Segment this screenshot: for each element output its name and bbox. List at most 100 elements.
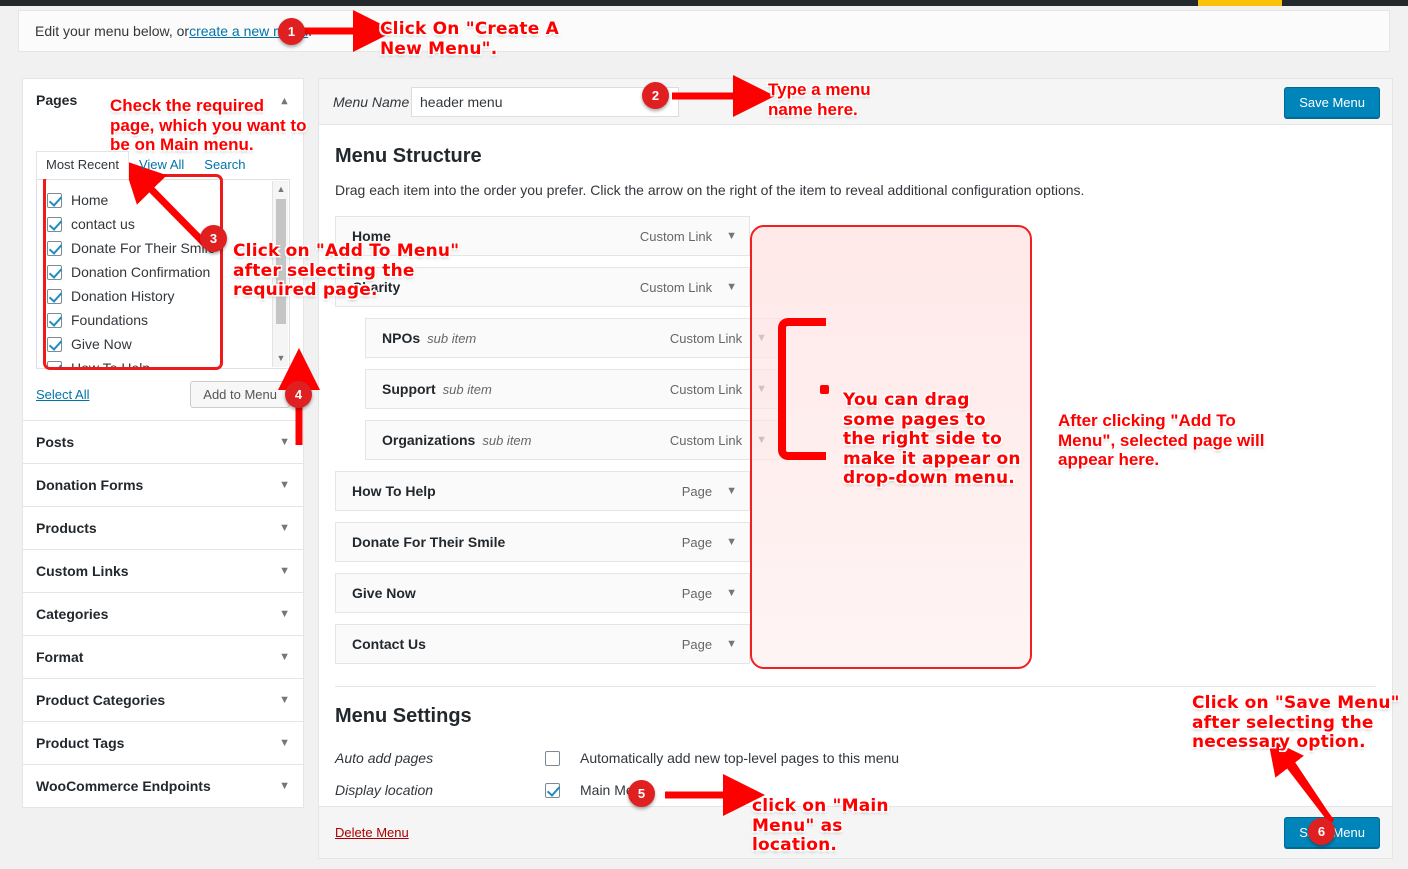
- chevron-down-icon[interactable]: ▼: [726, 638, 737, 650]
- scrollbar-thumb[interactable]: [276, 199, 286, 324]
- menu-name-label: Menu Name: [333, 93, 410, 110]
- chevron-down-icon[interactable]: ▼: [726, 485, 737, 497]
- accordion-posts[interactable]: Posts ▼: [22, 421, 304, 464]
- notice-text-before: Edit your menu below, or: [35, 23, 190, 39]
- accordion-categories[interactable]: Categories ▼: [22, 593, 304, 636]
- checkbox-donate-for-their-smile[interactable]: [47, 240, 62, 256]
- menu-item-title: Give Now: [352, 585, 416, 601]
- chevron-down-icon[interactable]: ▼: [279, 436, 290, 448]
- chevron-down-icon[interactable]: ▼: [279, 780, 290, 792]
- chevron-down-icon[interactable]: ▼: [279, 651, 290, 663]
- chevron-down-icon[interactable]: ▼: [726, 281, 737, 293]
- menu-name-bar: Menu Name Save Menu: [318, 78, 1393, 125]
- add-to-menu-button[interactable]: Add to Menu: [190, 381, 290, 408]
- pages-panel-header[interactable]: Pages ▼: [23, 79, 303, 121]
- menu-item-charity[interactable]: Charity Custom Link ▼: [335, 267, 750, 307]
- checkbox-give-now[interactable]: [47, 336, 62, 352]
- checkbox-donation-confirmation[interactable]: [47, 264, 62, 280]
- menu-structure-title: Menu Structure: [335, 145, 482, 167]
- list-item[interactable]: Donation Confirmation: [37, 260, 289, 284]
- menu-item-type: Page: [681, 636, 713, 652]
- select-all-link[interactable]: Select All: [36, 387, 89, 402]
- accordion-label: WooCommerce Endpoints: [36, 778, 211, 794]
- accordion-product-categories[interactable]: Product Categories ▼: [22, 679, 304, 722]
- menu-item-title: Support: [382, 381, 436, 397]
- menu-name-input[interactable]: [411, 86, 679, 117]
- menu-item-type: Custom Link: [639, 279, 713, 295]
- chevron-down-icon[interactable]: ▼: [279, 694, 290, 706]
- menu-editor-footer: Delete Menu Save Menu: [318, 807, 1393, 859]
- menu-item-type: Custom Link: [639, 228, 713, 244]
- checkbox-donation-history[interactable]: [47, 288, 62, 304]
- list-item[interactable]: contact us: [37, 212, 289, 236]
- menu-item-give-now[interactable]: Give Now Page ▼: [335, 573, 750, 613]
- admin-top-bar-accent: [1198, 0, 1282, 6]
- chevron-down-icon[interactable]: ▼: [279, 522, 290, 534]
- checkbox-auto-add-pages[interactable]: [545, 750, 560, 766]
- delete-menu-link[interactable]: Delete Menu: [335, 825, 409, 840]
- chevron-down-icon[interactable]: ▼: [756, 383, 767, 395]
- accordion-custom-links[interactable]: Custom Links ▼: [22, 550, 304, 593]
- save-menu-button-top[interactable]: Save Menu: [1284, 87, 1380, 118]
- chevron-down-icon[interactable]: ▼: [279, 479, 290, 491]
- menu-item-type: Custom Link: [669, 381, 743, 397]
- menu-item-support[interactable]: Support sub item Custom Link ▼: [365, 369, 780, 409]
- tab-view-all[interactable]: View All: [129, 151, 194, 179]
- chevron-down-icon[interactable]: ▼: [726, 587, 737, 599]
- checkbox-main-menu-location[interactable]: [545, 782, 560, 798]
- accordion-label: Format: [36, 649, 84, 665]
- accordion-donation-forms[interactable]: Donation Forms ▼: [22, 464, 304, 507]
- pages-checkbox-list[interactable]: Home contact us Donate For Their Smile D…: [36, 179, 290, 369]
- chevron-down-icon[interactable]: ▼: [756, 332, 767, 344]
- accordion-products[interactable]: Products ▼: [22, 507, 304, 550]
- accordion-label: Donation Forms: [36, 477, 144, 493]
- notice-text-after: .: [308, 23, 313, 39]
- accordion-label: Categories: [36, 606, 109, 622]
- menu-item-home[interactable]: Home Custom Link ▼: [335, 216, 750, 256]
- menu-settings-title: Menu Settings: [335, 705, 472, 727]
- menu-item-how-to-help[interactable]: How To Help Page ▼: [335, 471, 750, 511]
- menu-items-list: Home Custom Link ▼ Charity Custom Link ▼…: [335, 216, 1376, 664]
- tab-search[interactable]: Search: [194, 151, 255, 179]
- chevron-down-icon[interactable]: ▼: [756, 434, 767, 446]
- checkbox-foundations[interactable]: [47, 312, 62, 328]
- menu-item-title: Charity: [352, 279, 401, 295]
- save-menu-button-bottom[interactable]: Save Menu: [1284, 817, 1380, 848]
- display-location-label: Display location: [335, 782, 434, 798]
- menu-item-title: NPOs: [382, 330, 421, 346]
- scroll-up-icon[interactable]: ▲: [273, 182, 289, 197]
- menu-item-organizations[interactable]: Organizations sub item Custom Link ▼: [365, 420, 780, 460]
- create-new-menu-link[interactable]: create a new menu: [189, 23, 308, 39]
- chevron-down-icon[interactable]: ▼: [726, 536, 737, 548]
- menu-item-sublabel: sub item: [427, 330, 477, 346]
- list-item[interactable]: Donation History: [37, 284, 289, 308]
- chevron-down-icon[interactable]: ▼: [279, 737, 290, 749]
- scroll-down-icon[interactable]: ▼: [273, 351, 289, 366]
- edit-menu-notice: Edit your menu below, or create a new me…: [18, 10, 1390, 52]
- list-item[interactable]: Donate For Their Smile: [37, 236, 289, 260]
- pages-list-scrollbar[interactable]: ▲ ▼: [272, 181, 288, 367]
- menu-structure-help: Drag each item into the order you prefer…: [335, 182, 1085, 198]
- accordion-product-tags[interactable]: Product Tags ▼: [22, 722, 304, 765]
- list-item[interactable]: Give Now: [37, 332, 289, 356]
- accordion-format[interactable]: Format ▼: [22, 636, 304, 679]
- checkbox-contact-us[interactable]: [47, 216, 62, 232]
- chevron-down-icon[interactable]: ▼: [279, 565, 290, 577]
- menu-item-npos[interactable]: NPOs sub item Custom Link ▼: [365, 318, 780, 358]
- pages-panel: Pages ▼ Most Recent View All Search Home: [22, 78, 304, 421]
- chevron-down-icon[interactable]: ▼: [726, 230, 737, 242]
- checkbox-how-to-help[interactable]: [47, 360, 62, 368]
- checkbox-home[interactable]: [47, 192, 62, 208]
- menu-item-sublabel: sub item: [442, 381, 492, 397]
- accordion-woocommerce-endpoints[interactable]: WooCommerce Endpoints ▼: [22, 765, 304, 808]
- tab-most-recent[interactable]: Most Recent: [36, 151, 129, 179]
- menu-item-contact-us[interactable]: Contact Us Page ▼: [335, 624, 750, 664]
- list-item[interactable]: Foundations: [37, 308, 289, 332]
- menu-item-donate-for-their-smile[interactable]: Donate For Their Smile Page ▼: [335, 522, 750, 562]
- accordion-label: Custom Links: [36, 563, 129, 579]
- menu-settings: Menu Settings Auto add pages Automatical…: [335, 686, 1376, 806]
- list-item[interactable]: How To Help: [37, 356, 289, 368]
- chevron-down-icon[interactable]: ▼: [279, 608, 290, 620]
- list-item[interactable]: Home: [37, 188, 289, 212]
- chevron-up-icon[interactable]: ▼: [279, 95, 290, 107]
